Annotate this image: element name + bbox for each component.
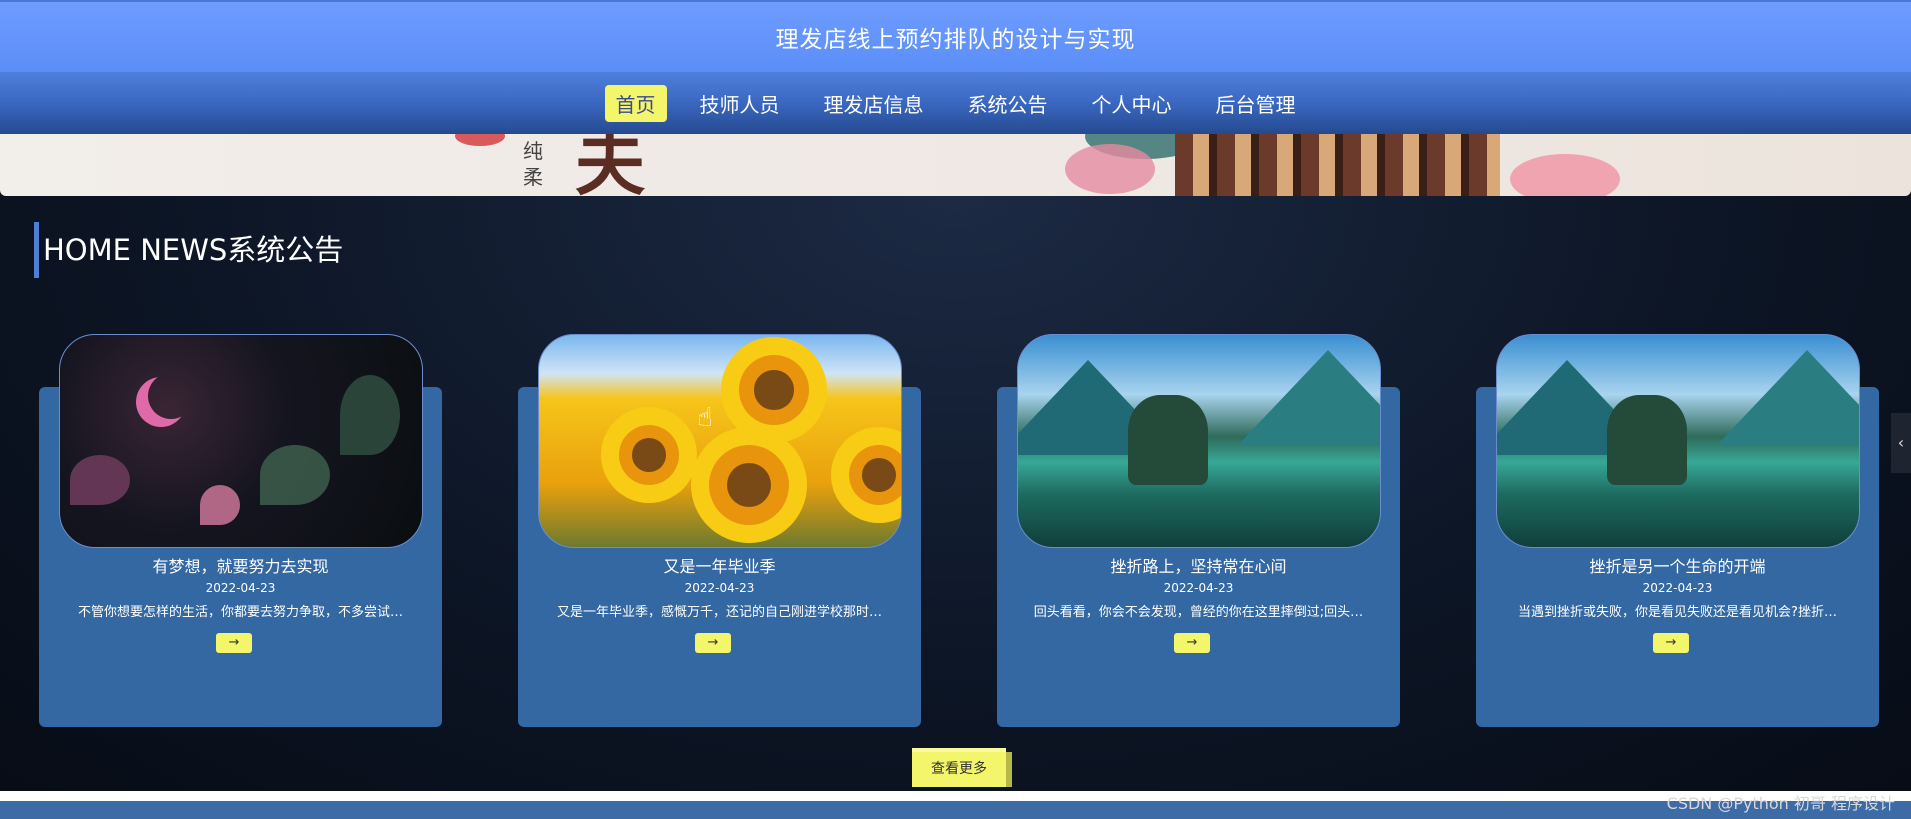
watermark-text: CSDN @Python 初哥 程序设计 bbox=[1666, 794, 1895, 813]
island-shape bbox=[1607, 395, 1687, 485]
view-more-button[interactable]: 查看更多 bbox=[912, 752, 1006, 787]
card-summary: 回头看看，你会不会发现，曾经的你在这里摔倒过;回头… bbox=[1033, 605, 1364, 620]
card-title[interactable]: 又是一年毕业季 bbox=[518, 553, 921, 577]
nav-item-admin[interactable]: 后台管理 bbox=[1205, 85, 1307, 122]
card-arrow-button[interactable]: → bbox=[1653, 633, 1689, 653]
card-date: 2022-04-23 bbox=[1163, 581, 1234, 595]
leaf-shape bbox=[70, 455, 130, 505]
sunflower-shape bbox=[739, 355, 809, 425]
banner-calligraphy: 夫 bbox=[575, 134, 645, 196]
moon-icon bbox=[148, 373, 194, 419]
card-image-sunflowers[interactable] bbox=[538, 334, 902, 548]
card-summary: 又是一年毕业季，感慨万千，还记的自己刚进学校那时… bbox=[556, 605, 882, 620]
banner-decoration bbox=[455, 134, 505, 146]
side-collapse-icon[interactable]: ‹ bbox=[1891, 413, 1911, 473]
footer-bar bbox=[0, 791, 1911, 819]
island-shape bbox=[1128, 395, 1208, 485]
card-image-night-garden[interactable] bbox=[59, 334, 423, 548]
section-title: HOME NEWS系统公告 bbox=[34, 222, 343, 278]
card-arrow-button[interactable]: → bbox=[216, 633, 252, 653]
sunflower-shape bbox=[849, 445, 901, 505]
card-date: 2022-04-23 bbox=[684, 581, 755, 595]
card-title[interactable]: 有梦想，就要努力去实现 bbox=[39, 553, 442, 577]
card-title[interactable]: 挫折路上，坚持常在心间 bbox=[997, 553, 1400, 577]
leaf-shape bbox=[200, 485, 240, 525]
nav-item-announcements[interactable]: 系统公告 bbox=[957, 85, 1059, 122]
card-image-mountain-lake[interactable] bbox=[1017, 334, 1381, 548]
card-summary: 不管你想要怎样的生活，你都要去努力争取，不多尝试… bbox=[77, 605, 403, 620]
card-summary: 当遇到挫折或失败，你是看见失败还是看见机会?挫折… bbox=[1518, 605, 1837, 620]
card-arrow-button[interactable]: → bbox=[1174, 633, 1210, 653]
card-image-mountain-lake[interactable] bbox=[1496, 334, 1860, 548]
site-title: 理发店线上预约排队的设计与实现 bbox=[775, 27, 1136, 53]
leaf-shape bbox=[340, 375, 400, 455]
card-title[interactable]: 挫折是另一个生命的开端 bbox=[1476, 553, 1879, 577]
banner-carousel[interactable]: 纯柔 夫 bbox=[0, 134, 1911, 196]
card-arrow-button[interactable]: → bbox=[695, 633, 731, 653]
banner-decoration bbox=[1510, 154, 1620, 196]
sunflower-shape bbox=[709, 445, 789, 525]
card-date: 2022-04-23 bbox=[1642, 581, 1713, 595]
banner-decoration bbox=[1065, 144, 1155, 194]
nav-item-personal-center[interactable]: 个人中心 bbox=[1081, 85, 1183, 122]
site-header: 理发店线上预约排队的设计与实现 bbox=[0, 0, 1911, 72]
mouse-cursor-icon: ☝ bbox=[697, 403, 713, 433]
main-nav: 首页 技师人员 理发店信息 系统公告 个人中心 后台管理 bbox=[0, 72, 1911, 134]
nav-item-technicians[interactable]: 技师人员 bbox=[689, 85, 791, 122]
card-date: 2022-04-23 bbox=[205, 581, 276, 595]
nav-item-shop-info[interactable]: 理发店信息 bbox=[813, 85, 935, 122]
banner-stripes bbox=[1175, 134, 1500, 196]
leaf-shape bbox=[260, 445, 330, 505]
banner-vertical-text: 纯柔 bbox=[523, 139, 543, 189]
sunflower-shape bbox=[619, 425, 679, 485]
nav-item-home[interactable]: 首页 bbox=[604, 84, 667, 122]
mountain-shape bbox=[1238, 350, 1380, 445]
mountain-shape bbox=[1717, 350, 1859, 445]
